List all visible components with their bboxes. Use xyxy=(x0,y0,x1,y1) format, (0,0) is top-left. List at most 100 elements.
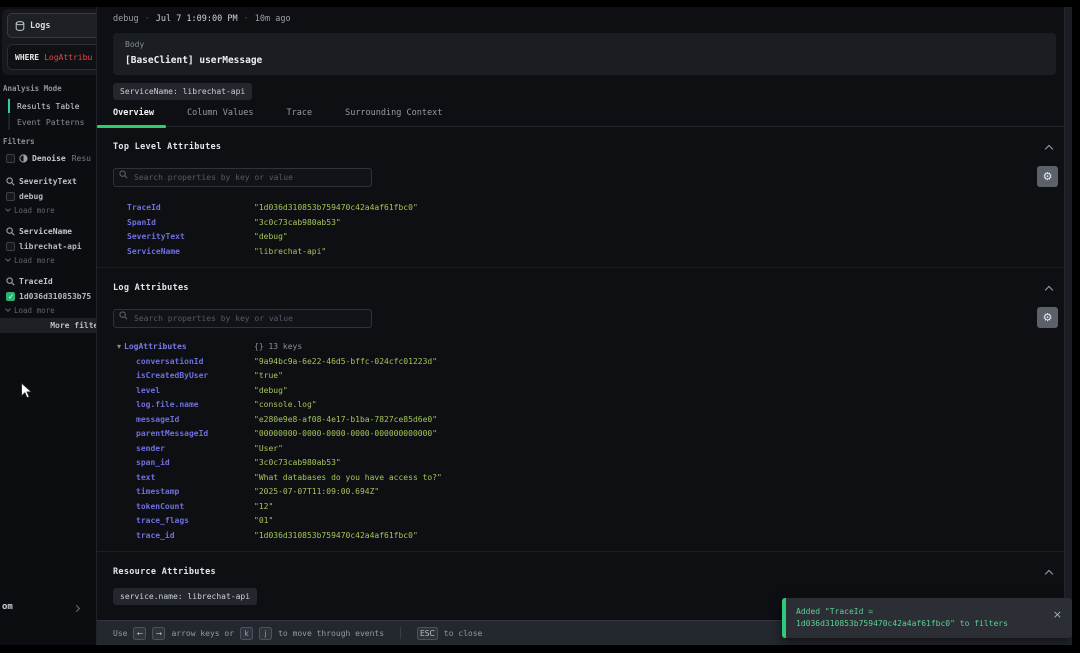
attribute-row: trace_flags "01" xyxy=(136,514,1072,529)
filter-option-label: debug xyxy=(19,192,44,201)
gear-icon[interactable]: ⚙ xyxy=(1037,165,1058,187)
logs-source-button[interactable]: Logs xyxy=(7,13,96,38)
gear-icon[interactable]: ⚙ xyxy=(1037,306,1058,328)
service-name-chip[interactable]: ServiceName: librechat-api xyxy=(113,83,253,100)
chevron-right-icon[interactable] xyxy=(72,604,81,613)
attribute-value[interactable]: "librechat-api" xyxy=(254,245,1072,260)
attribute-value[interactable]: "01" xyxy=(254,514,1072,529)
more-filters-button[interactable]: More filters xyxy=(0,318,96,333)
attribute-value[interactable]: "2025-07-07T11:09:00.694Z" xyxy=(254,485,1072,500)
attribute-value[interactable]: "debug" xyxy=(254,384,1072,399)
filter-option[interactable]: librechat-api xyxy=(6,239,96,254)
top-level-attributes-table: TraceId "1d036d310853b759470c42a4af61fbc… xyxy=(127,201,1072,259)
hint-text: arrow keys or xyxy=(171,628,235,638)
separator: · xyxy=(243,14,249,24)
toast-close-button[interactable]: × xyxy=(1053,598,1072,638)
denoise-results-option[interactable]: Denoise Resu xyxy=(6,151,96,166)
detail-tabs: Overview Column Values Trace Surrounding… xyxy=(97,108,1072,128)
attribute-key[interactable]: SeverityText xyxy=(127,230,254,245)
attribute-value[interactable]: "1d036d310853b759470c42a4af61fbc0" xyxy=(254,529,1072,544)
filter-option-checkbox[interactable] xyxy=(6,192,15,201)
toast-message-line1: Added "TraceId = xyxy=(796,607,874,616)
denoise-checkbox[interactable] xyxy=(6,154,15,163)
hint-text: Use xyxy=(113,628,128,638)
attribute-key[interactable]: conversationId xyxy=(136,355,254,370)
attribute-value[interactable]: "3c0c73cab980ab53" xyxy=(254,216,1072,231)
load-more-link[interactable]: Load more xyxy=(5,204,96,216)
tab[interactable]: Surrounding Context xyxy=(345,108,442,126)
log-body-panel: Body [BaseClient] userMessage xyxy=(113,33,1056,75)
attribute-value[interactable]: "console.log" xyxy=(254,398,1072,413)
attributes-search-input[interactable] xyxy=(113,309,372,328)
attribute-value[interactable]: "00000000-0000-0000-0000-000000000000" xyxy=(254,427,1072,442)
attribute-value[interactable]: "true" xyxy=(254,369,1072,384)
tab[interactable]: Trace xyxy=(286,108,312,126)
attribute-row: SeverityText "debug" xyxy=(127,230,1072,245)
attribute-key[interactable]: sender xyxy=(136,442,254,457)
filters-sidebar: Logs WHERE LogAttribu Analysis Mode Resu… xyxy=(0,7,96,645)
attribute-key[interactable]: trace_flags xyxy=(136,514,254,529)
filter-group-header[interactable]: SeverityText xyxy=(6,174,96,188)
analysis-mode-item-label: Event Patterns xyxy=(17,117,85,127)
filter-option[interactable]: debug xyxy=(6,189,96,204)
toast-message: Added "TraceId = 1d036d310853b759470c42a… xyxy=(786,598,1053,638)
log-attributes-section: Log Attributes ⚙ ▾LogAttributes {} 13 ke… xyxy=(97,267,1072,551)
attribute-value[interactable]: "9a94bc9a-6e22-46d5-bffc-024cfc01223d" xyxy=(254,355,1072,370)
attribute-key[interactable]: log.file.name xyxy=(136,398,254,413)
filter-group-name: SeverityText xyxy=(19,176,77,186)
filter-option-checkbox[interactable] xyxy=(6,242,15,251)
attribute-value[interactable]: "User" xyxy=(254,442,1072,457)
where-keyword: WHERE xyxy=(15,52,40,62)
attribute-key[interactable]: level xyxy=(136,384,254,399)
attribute-key[interactable]: parentMessageId xyxy=(136,427,254,442)
analysis-mode-label: Analysis Mode xyxy=(3,84,62,93)
attribute-row: messageId "e280e9e8-af08-4e17-b1ba-7827c… xyxy=(136,413,1072,428)
filter-option-label: 1d036d310853b75 xyxy=(19,292,92,301)
filter-group-name: TraceId xyxy=(19,276,53,286)
attribute-value[interactable]: "12" xyxy=(254,500,1072,515)
drawer-scrollbar[interactable] xyxy=(1064,7,1072,620)
tab[interactable]: Column Values xyxy=(187,108,254,126)
expander-triangle-icon[interactable]: ▾ xyxy=(117,342,121,351)
attribute-key[interactable]: TraceId xyxy=(127,201,254,216)
analysis-mode-item[interactable]: Event Patterns xyxy=(10,114,96,130)
attribute-key[interactable]: messageId xyxy=(136,413,254,428)
attribute-key[interactable]: isCreatedByUser xyxy=(136,369,254,384)
collapse-chevron-up-icon[interactable] xyxy=(1044,569,1054,579)
attribute-key[interactable]: text xyxy=(136,471,254,486)
load-more-link[interactable]: Load more xyxy=(5,304,96,316)
divider xyxy=(400,627,402,639)
collapse-chevron-up-icon[interactable] xyxy=(1044,144,1054,154)
load-more-link[interactable]: Load more xyxy=(5,254,96,266)
collapse-chevron-up-icon[interactable] xyxy=(1044,285,1054,295)
filter-group-header[interactable]: ServiceName xyxy=(6,224,96,238)
attribute-value[interactable]: "1d036d310853b759470c42a4af61fbc0" xyxy=(254,201,1072,216)
attribute-value[interactable]: "3c0c73cab980ab53" xyxy=(254,456,1072,471)
attribute-value[interactable]: "debug" xyxy=(254,230,1072,245)
tab[interactable]: Overview xyxy=(113,108,154,126)
attribute-key[interactable]: SpanId xyxy=(127,216,254,231)
attribute-value[interactable]: "What databases do you have access to?" xyxy=(254,471,1072,486)
hint-text: to move through events xyxy=(278,628,385,638)
filter-group-header[interactable]: TraceId xyxy=(6,274,96,288)
attribute-key[interactable]: LogAttributes xyxy=(124,342,187,351)
resource-attribute-chip[interactable]: service.name: librechat-api xyxy=(113,588,258,605)
attribute-value[interactable]: "e280e9e8-af08-4e17-b1ba-7827ce85d6e0" xyxy=(254,413,1072,428)
search-icon xyxy=(6,276,15,286)
attribute-key[interactable]: timestamp xyxy=(136,485,254,500)
where-query-input[interactable]: WHERE LogAttribu xyxy=(7,44,96,70)
attribute-row: text "What databases do you have access … xyxy=(136,471,1072,486)
sidebar-footer: om xyxy=(0,600,96,620)
attribute-key[interactable]: trace_id xyxy=(136,529,254,544)
active-tab-underline xyxy=(97,125,166,128)
attribute-key[interactable]: tokenCount xyxy=(136,500,254,515)
filter-option-checkbox[interactable] xyxy=(6,292,15,301)
attributes-search-input[interactable] xyxy=(113,168,372,187)
attribute-key[interactable]: ServiceName xyxy=(127,245,254,260)
search-icon xyxy=(119,311,128,320)
filter-option[interactable]: 1d036d310853b75 xyxy=(6,289,96,304)
top-level-attributes-section: Top Level Attributes ⚙ TraceId "1d036d31… xyxy=(97,127,1072,267)
attribute-key[interactable]: span_id xyxy=(136,456,254,471)
analysis-mode-item[interactable]: Results Table xyxy=(8,98,96,114)
separator: · xyxy=(144,14,150,24)
